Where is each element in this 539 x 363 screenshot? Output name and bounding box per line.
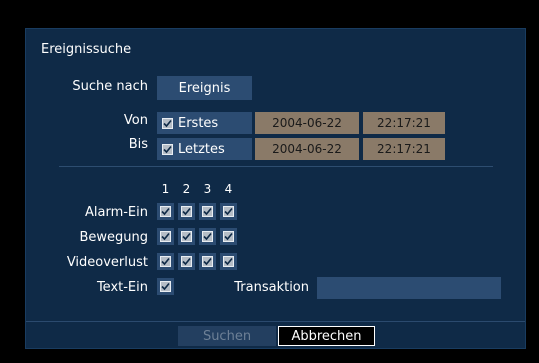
check-icon bbox=[161, 282, 170, 291]
from-first-field[interactable]: Erstes bbox=[157, 112, 252, 134]
dialog-title: Ereignissuche bbox=[41, 42, 132, 57]
alarm-in-label: Alarm-Ein bbox=[84, 205, 148, 220]
column-number-3: 3 bbox=[203, 182, 212, 196]
check-icon bbox=[182, 257, 191, 266]
to-time-field[interactable]: 22:17:21 bbox=[363, 138, 445, 160]
check-icon bbox=[161, 207, 170, 216]
check-icon bbox=[161, 232, 170, 241]
to-last-checkbox[interactable] bbox=[161, 143, 174, 156]
check-icon bbox=[182, 232, 191, 241]
alarm-in-checkbox-3[interactable] bbox=[199, 203, 216, 220]
from-date-field[interactable]: 2004-06-22 bbox=[255, 112, 359, 134]
motion-checkbox-3[interactable] bbox=[199, 228, 216, 245]
check-icon bbox=[203, 232, 212, 241]
video-loss-checkbox-4[interactable] bbox=[220, 253, 237, 270]
search-button[interactable]: Suchen bbox=[178, 326, 276, 346]
alarm-in-checkbox-4[interactable] bbox=[220, 203, 237, 220]
column-number-2: 2 bbox=[182, 182, 191, 196]
column-number-4: 4 bbox=[224, 182, 233, 196]
check-icon bbox=[224, 257, 233, 266]
section-divider bbox=[59, 166, 493, 167]
video-loss-checkbox-1[interactable] bbox=[157, 253, 174, 270]
text-in-checkbox[interactable] bbox=[157, 278, 174, 295]
video-loss-label: Videoverlust bbox=[66, 255, 148, 270]
from-first-label: Erstes bbox=[178, 115, 219, 131]
video-loss-checkbox-2[interactable] bbox=[178, 253, 195, 270]
to-last-label: Letztes bbox=[178, 141, 225, 157]
check-icon bbox=[203, 257, 212, 266]
to-date-field[interactable]: 2004-06-22 bbox=[255, 138, 359, 160]
text-in-label: Text-Ein bbox=[96, 280, 148, 295]
transaction-label: Transaktion bbox=[234, 280, 309, 295]
motion-checkbox-4[interactable] bbox=[220, 228, 237, 245]
check-icon bbox=[224, 207, 233, 216]
from-first-checkbox[interactable] bbox=[161, 117, 174, 130]
from-time-field[interactable]: 22:17:21 bbox=[363, 112, 445, 134]
check-icon bbox=[203, 207, 212, 216]
dialog-footer: Suchen Abbrechen bbox=[26, 321, 525, 348]
motion-checkbox-1[interactable] bbox=[157, 228, 174, 245]
check-icon bbox=[163, 119, 172, 127]
cancel-button[interactable]: Abbrechen bbox=[278, 326, 375, 346]
motion-checkbox-2[interactable] bbox=[178, 228, 195, 245]
event-search-dialog: Ereignissuche Suche nach Ereignis Von Er… bbox=[25, 28, 526, 349]
motion-label: Bewegung bbox=[79, 230, 148, 245]
to-label: Bis bbox=[128, 137, 148, 152]
alarm-in-checkbox-1[interactable] bbox=[157, 203, 174, 220]
check-icon bbox=[163, 145, 172, 153]
video-loss-checkbox-3[interactable] bbox=[199, 253, 216, 270]
check-icon bbox=[224, 232, 233, 241]
to-last-field[interactable]: Letztes bbox=[157, 138, 252, 160]
alarm-in-checkbox-2[interactable] bbox=[178, 203, 195, 220]
transaction-input[interactable] bbox=[317, 277, 501, 299]
check-icon bbox=[161, 257, 170, 266]
column-number-1: 1 bbox=[161, 182, 170, 196]
search-by-select[interactable]: Ereignis bbox=[157, 76, 252, 100]
check-icon bbox=[182, 207, 191, 216]
search-by-label: Suche nach bbox=[72, 79, 148, 94]
from-label: Von bbox=[123, 113, 148, 128]
